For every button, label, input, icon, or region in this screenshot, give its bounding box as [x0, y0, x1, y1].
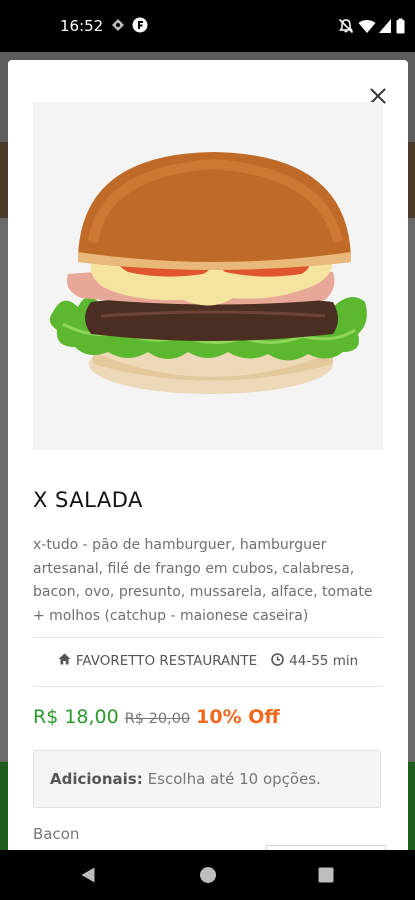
addons-label: Adicionais:	[50, 770, 143, 788]
restaurant-info[interactable]: FAVORETTO RESTAURANTE	[58, 653, 257, 669]
home-icon	[58, 653, 71, 669]
diamond-icon	[111, 18, 125, 37]
restaurant-name: FAVORETTO RESTAURANTE	[75, 653, 258, 669]
discount-badge: 10% Off	[196, 706, 280, 728]
back-icon[interactable]	[80, 866, 96, 889]
addon-item-bacon[interactable]: Bacon	[33, 825, 79, 843]
product-image	[33, 102, 383, 450]
price-current: R$ 18,00	[33, 706, 119, 728]
product-meta: FAVORETTO RESTAURANTE 44-55 min	[33, 638, 383, 684]
divider	[33, 686, 383, 687]
product-modal: X SALADA x-tudo - pão de hamburguer, ham…	[8, 60, 408, 850]
recents-icon[interactable]	[318, 867, 334, 888]
delivery-time-info: 44-55 min	[271, 652, 359, 670]
product-title: X SALADA	[33, 488, 143, 512]
clock-icon	[271, 652, 284, 670]
status-time: 16:52	[60, 17, 104, 35]
price-old: R$ 20,00	[124, 711, 191, 727]
wifi-icon	[358, 18, 376, 39]
price-row: R$ 18,00 R$ 20,00 10% Off	[33, 706, 280, 728]
app-f-icon	[132, 17, 148, 38]
delivery-time: 44-55 min	[289, 653, 359, 669]
mute-icon	[338, 18, 354, 39]
battery-icon	[396, 18, 405, 39]
addons-header: Adicionais: Escolha até 10 opções.	[33, 750, 381, 808]
product-description: x-tudo - pão de hamburguer, hamburguer a…	[33, 537, 373, 624]
signal-icon	[378, 18, 392, 39]
status-bar: 16:52	[0, 0, 415, 52]
addons-hint: Escolha até 10 opções.	[147, 770, 321, 788]
home-button-icon[interactable]	[199, 866, 217, 889]
nav-bar	[0, 850, 415, 900]
